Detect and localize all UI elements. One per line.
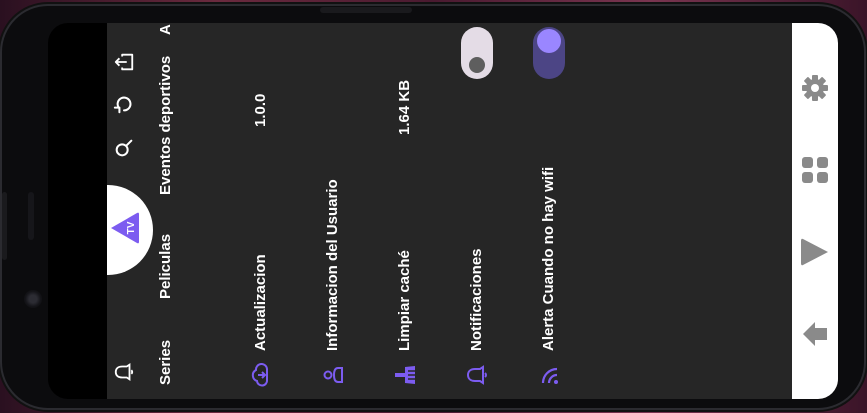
home-icon[interactable] <box>800 319 830 349</box>
phone-screen: Series Peliculas Eventos deportivos A TV <box>48 23 838 399</box>
bell-icon[interactable] <box>113 361 135 383</box>
settings-row-alerta-wifi: Alerta Cuando no hay wifi <box>513 23 585 399</box>
notificaciones-toggle[interactable] <box>461 27 493 79</box>
tab-peliculas[interactable]: Peliculas <box>157 234 174 299</box>
power-button <box>320 7 412 13</box>
settings-row-label: Actualizacion <box>252 254 269 351</box>
tab-series[interactable]: Series <box>157 340 174 385</box>
tv-logo-icon: TV <box>111 212 139 244</box>
search-icon[interactable] <box>113 137 135 159</box>
logo-tab[interactable]: TV <box>107 185 153 275</box>
phone-frame: Series Peliculas Eventos deportivos A TV <box>2 6 864 408</box>
app-header: Series Peliculas Eventos deportivos A TV <box>107 23 217 399</box>
share-icon[interactable] <box>113 51 135 73</box>
cloud-icon <box>251 363 268 387</box>
rotated-content: Series Peliculas Eventos deportivos A TV <box>107 23 793 399</box>
settings-row-limpiar-cache[interactable]: Limpiar caché 1.64 KB <box>369 23 441 399</box>
settings-row-informacion-usuario[interactable]: Informacion del Usuario <box>297 23 369 399</box>
settings-row-label: Informacion del Usuario <box>324 179 341 351</box>
settings-row-label: Limpiar caché <box>396 250 413 351</box>
tab-more[interactable]: A <box>157 24 174 35</box>
settings-row-actualizacion[interactable]: Actualizacion 1.0.0 <box>225 23 297 399</box>
bell-icon <box>466 365 487 385</box>
speaker-grill <box>28 192 34 240</box>
alerta-wifi-toggle[interactable] <box>533 27 565 79</box>
settings-app: Series Peliculas Eventos deportivos A TV <box>107 23 793 399</box>
cache-size-value: 1.64 KB <box>396 79 413 135</box>
volume-button <box>2 192 7 260</box>
broom-icon <box>395 366 415 384</box>
grid-icon[interactable] <box>800 155 830 185</box>
user-icon <box>323 367 343 383</box>
settings-row-label: Alerta Cuando no hay wifi <box>540 166 557 351</box>
app-version-value: 1.0.0 <box>252 93 269 127</box>
tab-eventos-deportivos[interactable]: Eventos deportivos <box>157 56 174 195</box>
front-camera <box>24 290 42 308</box>
toggle-thumb <box>537 29 561 53</box>
toggle-thumb <box>469 57 485 73</box>
refresh-icon[interactable] <box>113 93 135 115</box>
settings-row-notificaciones: Notificaciones <box>441 23 513 399</box>
settings-row-label: Notificaciones <box>468 248 485 351</box>
bottom-navbar <box>792 23 838 399</box>
tv-icon[interactable] <box>800 237 830 267</box>
gear-icon[interactable] <box>800 73 830 103</box>
logo-text: TV <box>126 221 137 234</box>
wifi-icon <box>541 367 558 384</box>
